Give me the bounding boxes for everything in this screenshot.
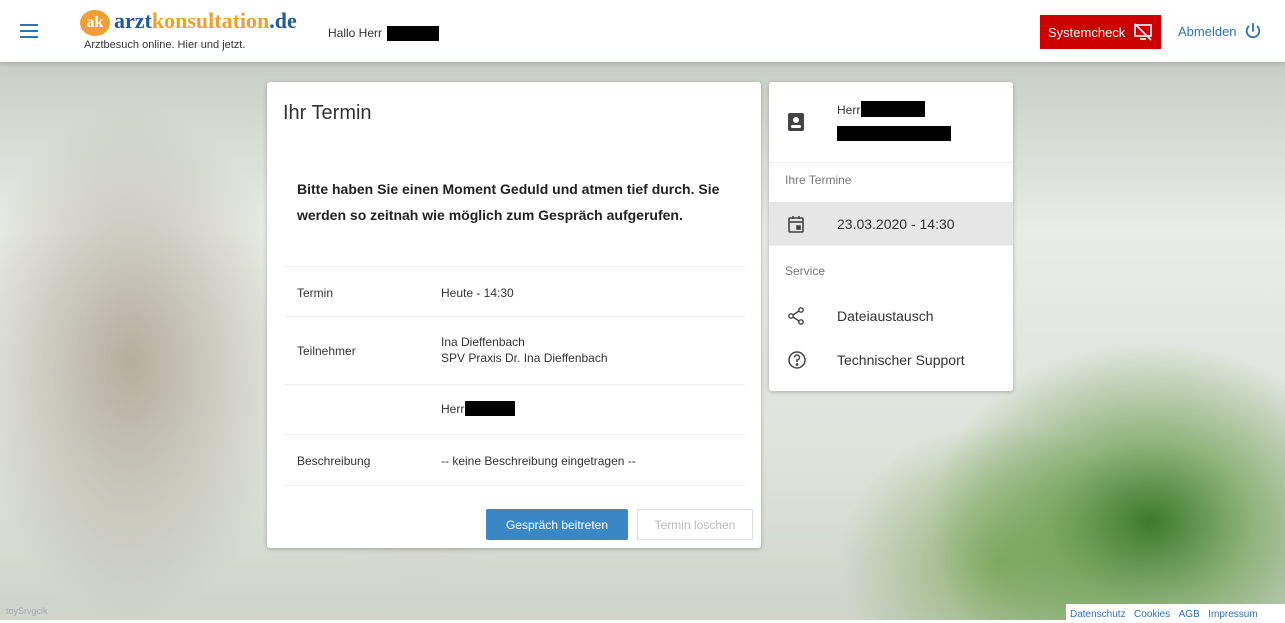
screen-off-icon (1134, 23, 1152, 41)
service-label: Technischer Support (837, 352, 965, 368)
row-value: -- keine Beschreibung eingetragen -- (441, 454, 636, 468)
row-value: Heute - 14:30 (441, 286, 514, 300)
row-teilnehmer: Teilnehmer Ina Dieffenbach SPV Praxis Dr.… (285, 316, 745, 385)
user-greeting: Hallo Herr (328, 26, 440, 42)
user-name: Herr (837, 101, 926, 117)
systemcheck-button[interactable]: Systemcheck (1040, 15, 1161, 49)
row-value: Herr (441, 401, 516, 417)
photo-credit: toySrvgcik (6, 606, 48, 616)
row-label: Beschreibung (297, 454, 371, 468)
redacted-name (387, 26, 440, 42)
top-header: ak arztkonsultation.de Arztbesuch online… (0, 0, 1285, 62)
brand-badge: ak (80, 10, 110, 36)
service-item-support[interactable]: Technischer Support (769, 338, 1013, 382)
logout-link[interactable]: Abmelden (1178, 22, 1262, 40)
footer-link-datenschutz[interactable]: Datenschutz (1070, 609, 1126, 620)
calendar-icon (788, 216, 804, 233)
delete-appointment-button[interactable]: Termin löschen (637, 509, 753, 540)
redacted-name (861, 101, 926, 117)
waiting-message: Bitte haben Sie einen Moment Geduld und … (297, 181, 720, 223)
service-label: Dateiaustausch (837, 308, 934, 324)
menu-icon[interactable] (20, 24, 38, 38)
row-termin: Termin Heute - 14:30 (285, 266, 745, 317)
footer-link-cookies[interactable]: Cookies (1134, 609, 1170, 620)
service-item-dateiaustausch[interactable]: Dateiaustausch (769, 294, 1013, 338)
termin-date: 23.03.2020 - 14:30 (837, 216, 955, 232)
brand-name: arztkonsultation.de (114, 8, 297, 33)
contact-icon (788, 113, 804, 131)
section-service-label: Service (785, 264, 826, 278)
footer-link-impressum[interactable]: Impressum (1208, 609, 1257, 620)
row-label: Termin (297, 286, 334, 300)
section-termine-label: Ihre Termine (785, 173, 852, 187)
row-label: Teilnehmer (297, 344, 356, 358)
row-participant-2: Herr (285, 384, 745, 435)
footer-links: Datenschutz Cookies AGB Impressum (1066, 604, 1285, 620)
row-value: Ina Dieffenbach SPV Praxis Dr. Ina Dieffe… (441, 335, 608, 365)
share-icon (788, 307, 804, 325)
row-beschreibung: Beschreibung -- keine Beschreibung einge… (285, 434, 745, 486)
appointment-card: Ihr Termin Bitte haben Sie einen Moment … (267, 82, 761, 548)
redacted-name (465, 401, 516, 416)
card-title: Ihr Termin (283, 102, 372, 124)
user-profile[interactable]: Herr (769, 82, 1013, 163)
footer-link-agb[interactable]: AGB (1179, 609, 1200, 620)
brand-tagline: Arztbesuch online. Hier und jetzt. (84, 39, 246, 51)
side-divider (769, 245, 1013, 246)
redacted-name (837, 126, 951, 141)
join-call-button[interactable]: Gespräch beitreten (486, 509, 628, 540)
termin-item[interactable]: 23.03.2020 - 14:30 (769, 202, 1013, 246)
help-circle-icon (788, 351, 806, 369)
side-panel: Herr Ihre Termine 23.03.2020 - 14:30 Ser… (769, 82, 1013, 391)
power-icon (1246, 22, 1261, 39)
